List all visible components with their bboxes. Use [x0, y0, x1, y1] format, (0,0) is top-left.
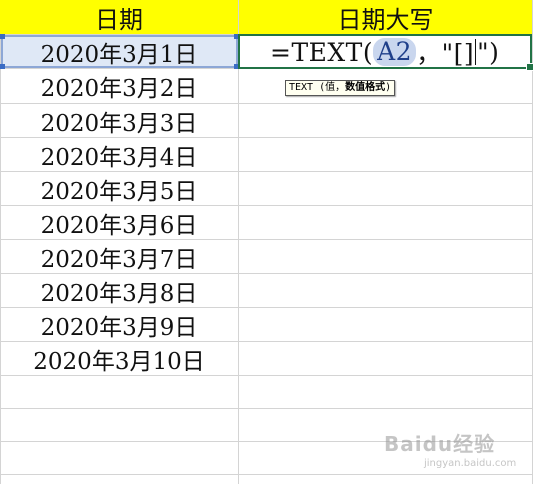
tooltip-arg-format[interactable]: 数值格式 [345, 82, 385, 93]
spreadsheet-grid: 日期 日期大写 2020年3月1日 2020年3月2日 2020年3月3日 20… [0, 0, 536, 484]
tooltip-arg-value[interactable]: 值 [325, 82, 335, 93]
column-a-header[interactable]: 日期 [0, 0, 238, 34]
watermark-brand: Baidu经验 [384, 432, 496, 456]
grid-line [238, 0, 239, 484]
tooltip-close-paren: ) [385, 82, 392, 93]
date-cell[interactable]: 2020年3月10日 [0, 342, 238, 375]
date-cell[interactable]: 2020年3月1日 [0, 35, 238, 68]
formula-format-text: ，"[] [416, 39, 475, 68]
watermark-url: jingyan.baidu.com [424, 458, 517, 469]
grid-line [532, 0, 533, 484]
date-cell[interactable]: 2020年3月9日 [0, 308, 238, 341]
formula-edit-text[interactable]: =TEXT( A2 ，"[] ") [270, 36, 500, 69]
tooltip-open-paren: ( [313, 82, 326, 93]
date-cell[interactable]: 2020年3月8日 [0, 274, 238, 307]
tooltip-function-name[interactable]: TEXT [289, 82, 313, 93]
date-cell[interactable]: 2020年3月5日 [0, 172, 238, 205]
tooltip-separator: ， [335, 82, 346, 93]
date-cell[interactable]: 2020年3月7日 [0, 240, 238, 273]
function-argument-tooltip[interactable]: TEXT (值，数值格式) [285, 80, 396, 96]
formula-prefix: =TEXT( [270, 37, 374, 67]
formula-cell-reference: A2 [373, 38, 417, 66]
grid-line [0, 408, 532, 409]
date-cell[interactable]: 2020年3月6日 [0, 206, 238, 239]
date-cell[interactable]: 2020年3月2日 [0, 69, 238, 103]
fill-handle[interactable] [526, 63, 534, 71]
text-cursor [475, 39, 477, 65]
column-b-header[interactable]: 日期大写 [239, 0, 532, 34]
date-cell[interactable]: 2020年3月4日 [0, 138, 238, 171]
formula-suffix: ") [477, 37, 500, 67]
date-cell[interactable]: 2020年3月3日 [0, 104, 238, 137]
baidu-watermark: Baidu经验 jingyan.baidu.com [384, 420, 524, 476]
